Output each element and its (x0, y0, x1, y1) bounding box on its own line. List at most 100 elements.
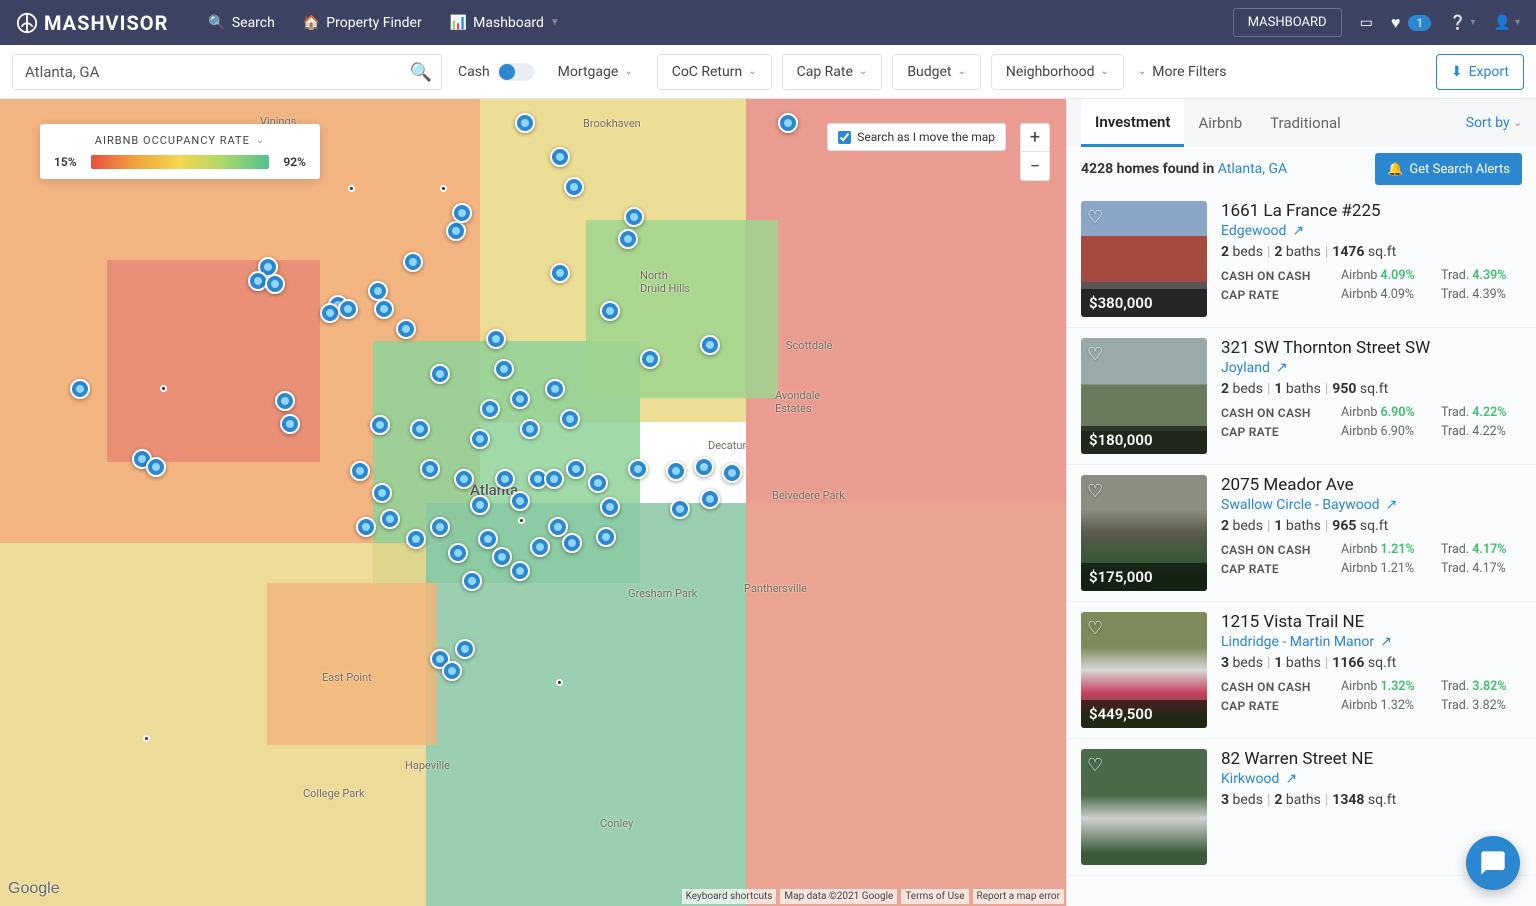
property-pin[interactable] (380, 509, 400, 529)
tab-traditional[interactable]: Traditional (1256, 99, 1355, 147)
listing-thumbnail[interactable]: ♡ $380,000 (1081, 201, 1207, 317)
cap-filter[interactable]: Cap Rate⌄ (782, 54, 883, 90)
property-pin[interactable] (640, 349, 660, 369)
property-pin[interactable] (778, 113, 798, 133)
property-pin[interactable] (624, 207, 644, 227)
property-pin[interactable] (515, 113, 535, 133)
chat-widget[interactable] (1466, 836, 1520, 890)
help-button[interactable]: ❔▾ (1449, 15, 1475, 31)
listing-address[interactable]: 2075 Meador Ave (1221, 475, 1536, 495)
zoom-out-button[interactable]: − (1021, 152, 1049, 180)
zoom-in-button[interactable]: + (1021, 124, 1049, 152)
mashboard-button[interactable]: MASHBOARD (1233, 8, 1342, 37)
listing-card[interactable]: ♡ $449,500 1215 Vista Trail NE Lindridge… (1067, 602, 1536, 739)
property-pin[interactable] (550, 147, 570, 167)
property-pin[interactable] (442, 661, 462, 681)
property-pin[interactable] (545, 379, 565, 399)
property-pin[interactable] (550, 263, 570, 283)
property-pin[interactable] (530, 537, 550, 557)
results-location[interactable]: Atlanta, GA (1218, 161, 1287, 177)
property-pin[interactable] (495, 469, 515, 489)
property-pin[interactable] (566, 459, 586, 479)
property-pin[interactable] (370, 415, 390, 435)
listing-neighborhood[interactable]: Joyland ↗ (1221, 360, 1536, 376)
property-pin[interactable] (564, 177, 584, 197)
export-button[interactable]: ⬇Export (1436, 54, 1524, 90)
property-pin[interactable] (562, 533, 582, 553)
card-icon[interactable]: ▭ (1360, 15, 1373, 31)
neighborhood-filter[interactable]: Neighborhood⌄ (991, 54, 1124, 90)
listing-address[interactable]: 1661 La France #225 (1221, 201, 1536, 221)
property-pin[interactable] (700, 335, 720, 355)
property-pin[interactable] (520, 419, 540, 439)
cash-mortgage-toggle[interactable] (498, 63, 534, 81)
property-pin[interactable] (430, 364, 450, 384)
property-pin[interactable] (588, 473, 608, 493)
property-pin[interactable] (280, 414, 300, 434)
property-pin[interactable] (446, 221, 466, 241)
listing-neighborhood[interactable]: Swallow Circle - Baywood ↗ (1221, 497, 1536, 513)
listing-address[interactable]: 1215 Vista Trail NE (1221, 612, 1536, 632)
tab-investment[interactable]: Investment (1081, 99, 1184, 147)
search-alerts-button[interactable]: 🔔Get Search Alerts (1375, 153, 1522, 185)
property-pin[interactable] (600, 497, 620, 517)
property-pin[interactable] (448, 543, 468, 563)
property-pin[interactable] (462, 571, 482, 591)
property-pin[interactable] (470, 495, 490, 515)
map-pane[interactable]: Atlanta Vinings Brookhaven NorthDruid Hi… (0, 99, 1066, 906)
nav-search[interactable]: 🔍Search (208, 15, 274, 31)
property-pin[interactable] (374, 299, 394, 319)
more-filters-button[interactable]: ⌄More Filters (1138, 64, 1227, 80)
terms-link[interactable]: Terms of Use (901, 889, 968, 904)
listing-neighborhood[interactable]: Lindridge - Martin Manor ↗ (1221, 634, 1536, 650)
property-pin[interactable] (454, 469, 474, 489)
property-pin[interactable] (618, 229, 638, 249)
property-pin[interactable] (368, 281, 388, 301)
property-pin[interactable] (486, 329, 506, 349)
favorite-icon[interactable]: ♡ (1087, 207, 1103, 228)
property-pin[interactable] (694, 457, 714, 477)
nav-mashboard[interactable]: 📊Mashboard ▼ (450, 15, 560, 31)
property-pin[interactable] (544, 469, 564, 489)
listing-card[interactable]: ♡ $180,000 321 SW Thornton Street SW Joy… (1067, 328, 1536, 465)
search-move-checkbox[interactable] (838, 131, 851, 144)
listing-neighborhood[interactable]: Edgewood ↗ (1221, 223, 1536, 239)
favorite-icon[interactable]: ♡ (1087, 481, 1103, 502)
property-pin[interactable] (666, 461, 686, 481)
property-pin[interactable] (403, 252, 423, 272)
property-pin[interactable] (406, 529, 426, 549)
property-pin[interactable] (628, 459, 648, 479)
budget-filter[interactable]: Budget⌄ (892, 54, 981, 90)
listing-address[interactable]: 82 Warren Street NE (1221, 749, 1522, 769)
coc-filter[interactable]: CoC Return⌄ (657, 54, 772, 90)
property-pin[interactable] (492, 547, 512, 567)
property-pin[interactable] (478, 529, 498, 549)
user-menu[interactable]: 👤▾ (1494, 15, 1520, 31)
search-icon[interactable]: 🔍 (410, 62, 432, 83)
legend-dropdown[interactable]: AIRBNB OCCUPANCY RATE⌄ (54, 134, 306, 147)
property-pin[interactable] (350, 461, 370, 481)
property-pin[interactable] (470, 429, 490, 449)
listing-thumbnail[interactable]: ♡ $180,000 (1081, 338, 1207, 454)
property-pin[interactable] (455, 639, 475, 659)
property-pin[interactable] (356, 517, 376, 537)
brand-logo[interactable]: MASHVISOR (16, 11, 168, 35)
nav-property-finder[interactable]: 🏠Property Finder (303, 15, 422, 31)
mortgage-dropdown[interactable]: Mortgage⌄ (544, 54, 647, 90)
property-pin[interactable] (722, 463, 742, 483)
listing-card[interactable]: ♡ $380,000 1661 La France #225 Edgewood … (1067, 191, 1536, 328)
property-pin[interactable] (480, 399, 500, 419)
sort-dropdown[interactable]: Sort by⌄ (1466, 115, 1522, 131)
property-pin[interactable] (452, 203, 472, 223)
property-pin[interactable] (510, 389, 530, 409)
keyboard-shortcuts[interactable]: Keyboard shortcuts (682, 889, 777, 904)
property-pin[interactable] (560, 409, 580, 429)
property-pin[interactable] (600, 301, 620, 321)
property-pin[interactable] (596, 527, 616, 547)
listing-thumbnail[interactable]: ♡ $175,000 (1081, 475, 1207, 591)
property-pin[interactable] (320, 303, 340, 323)
property-pin[interactable] (510, 561, 530, 581)
listing-thumbnail[interactable]: ♡ $449,500 (1081, 612, 1207, 728)
favorite-icon[interactable]: ♡ (1087, 344, 1103, 365)
report-error-link[interactable]: Report a map error (973, 889, 1064, 904)
